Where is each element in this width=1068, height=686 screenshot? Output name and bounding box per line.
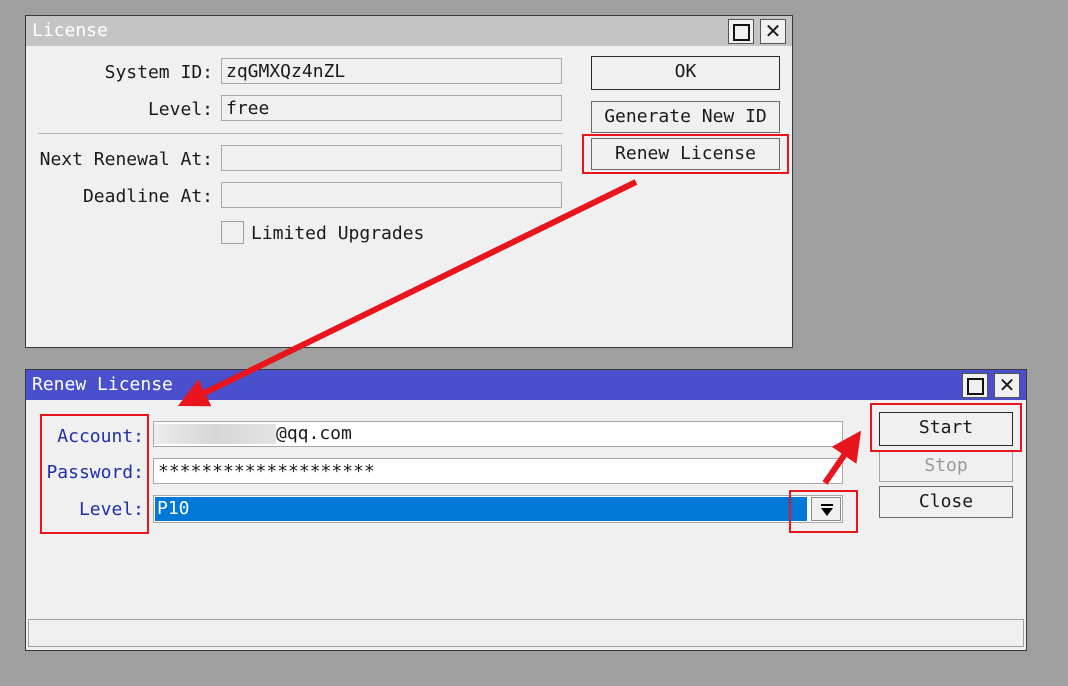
form-labels-highlight [40,414,149,534]
dropdown-highlight [789,490,858,533]
license-window: License ✕ System ID: zqGMXQz4nZL Level: … [25,15,793,348]
next-renewal-field[interactable] [221,145,562,171]
generate-new-id-button[interactable]: Generate New ID [591,101,780,133]
level-select-value: P10 [155,497,807,521]
system-id-label: System ID: [104,62,213,83]
renew-title: Renew License [32,374,173,395]
license-titlebar[interactable]: License ✕ [26,16,792,46]
ok-button[interactable]: OK [591,56,780,90]
close-icon[interactable]: ✕ [760,19,786,44]
start-highlight [870,403,1022,452]
password-field[interactable]: ******************** [153,458,843,484]
system-id-field[interactable]: zqGMXQz4nZL [221,58,562,84]
divider [38,133,563,134]
limited-upgrades-label: Limited Upgrades [251,223,425,244]
level-label: Level: [147,99,213,120]
maximize-icon[interactable] [962,373,988,398]
renew-titlebar[interactable]: Renew License ✕ [26,370,1026,400]
status-bar [28,619,1024,647]
deadline-label: Deadline At: [82,186,213,207]
limited-upgrades-checkbox[interactable] [221,221,244,244]
level-select[interactable]: P10 [153,495,843,523]
renew-license-highlight [582,134,789,174]
license-title: License [32,20,108,41]
redacted-account-blur [154,424,276,444]
close-icon[interactable]: ✕ [994,373,1020,398]
account-field[interactable]: @qq.com [153,421,843,447]
maximize-icon[interactable] [728,19,754,44]
close-button[interactable]: Close [879,486,1013,518]
next-renewal-label: Next Renewal At: [39,149,213,170]
deadline-field[interactable] [221,182,562,208]
stop-button: Stop [879,450,1013,482]
account-value: @qq.com [276,423,352,444]
level-field[interactable]: free [221,95,562,121]
